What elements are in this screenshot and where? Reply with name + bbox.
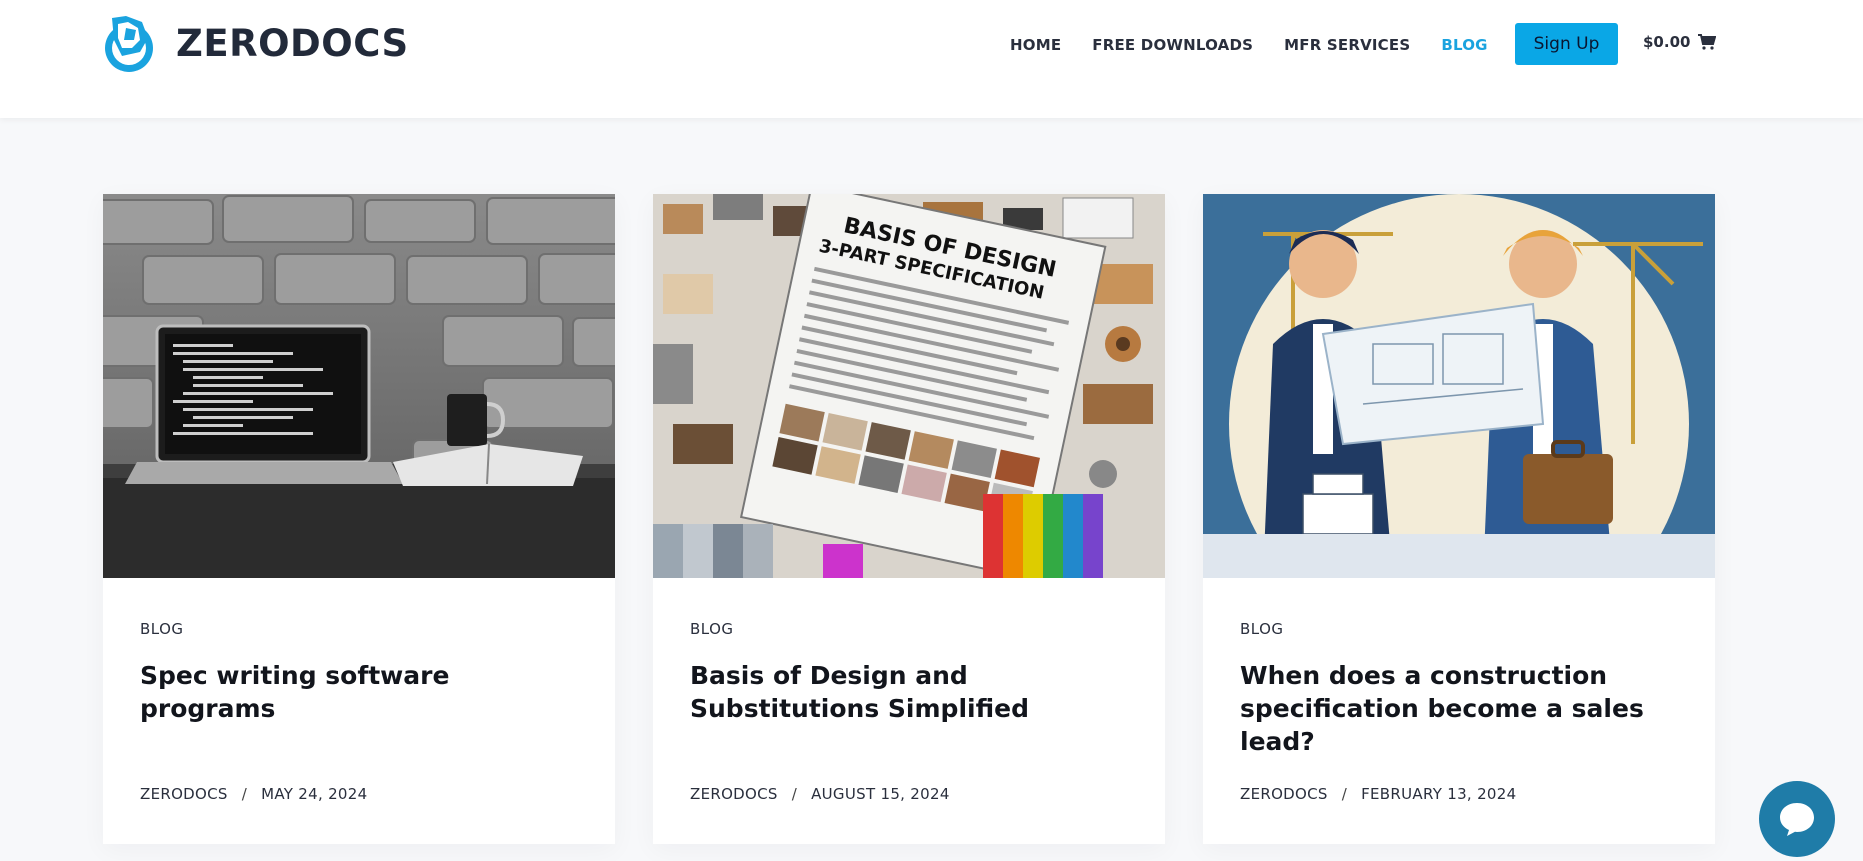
signup-button[interactable]: Sign Up [1515,23,1618,65]
logo-mark-icon [105,16,153,72]
meta-separator: / [1341,785,1348,803]
post-category[interactable]: BLOG [690,620,734,638]
nav-free-downloads[interactable]: FREE DOWNLOADS [1092,36,1253,54]
post-thumbnail[interactable] [103,194,615,578]
post-card[interactable]: BLOG Spec writing software programs ZERO… [103,194,615,844]
post-author[interactable]: ZERODOCS [1240,785,1328,803]
site-header: ZERODOCS HOME FREE DOWNLOADS MFR SERVICE… [0,0,1863,118]
post-author[interactable]: ZERODOCS [140,785,228,803]
main-nav: HOME FREE DOWNLOADS MFR SERVICES BLOG [1010,30,1519,60]
businessmen-blueprint-image [1203,194,1715,578]
nav-home[interactable]: HOME [1010,36,1061,54]
nav-blog[interactable]: BLOG [1441,36,1487,54]
post-author[interactable]: ZERODOCS [690,785,778,803]
post-meta: ZERODOCS / FEBRUARY 13, 2024 [1240,785,1516,803]
post-category[interactable]: BLOG [1240,620,1284,638]
meta-separator: / [791,785,798,803]
post-category[interactable]: BLOG [140,620,184,638]
logo[interactable]: ZERODOCS [102,12,409,74]
post-card[interactable]: BLOG When does a construction specificat… [1203,194,1715,844]
post-meta: ZERODOCS / MAY 24, 2024 [140,785,367,803]
post-date: MAY 24, 2024 [261,785,368,803]
nav-mfr-services[interactable]: MFR SERVICES [1284,36,1410,54]
post-title[interactable]: When does a construction specification b… [1240,659,1680,758]
post-title[interactable]: Basis of Design and Substitutions Simpli… [690,659,1130,725]
post-meta: ZERODOCS / AUGUST 15, 2024 [690,785,950,803]
post-date: AUGUST 15, 2024 [811,785,950,803]
cart-link[interactable]: $0.00 [1643,33,1717,51]
brand-name: ZERODOCS [176,21,409,65]
spec-document-image: BASIS OF DESIGN 3-PART SPECIFICATION [653,194,1165,578]
chat-widget-button[interactable] [1759,781,1835,857]
cart-icon [1698,34,1717,50]
post-date: FEBRUARY 13, 2024 [1361,785,1517,803]
post-thumbnail[interactable]: BASIS OF DESIGN 3-PART SPECIFICATION [653,194,1165,578]
post-thumbnail[interactable] [1203,194,1715,578]
laptop-on-desk-image [103,194,615,578]
meta-separator: / [241,785,248,803]
chat-bubble-icon [1780,803,1814,836]
cart-total: $0.00 [1643,33,1691,51]
post-title[interactable]: Spec writing software programs [140,659,580,725]
post-card[interactable]: BASIS OF DESIGN 3-PART SPECIFICATION BLO… [653,194,1165,844]
